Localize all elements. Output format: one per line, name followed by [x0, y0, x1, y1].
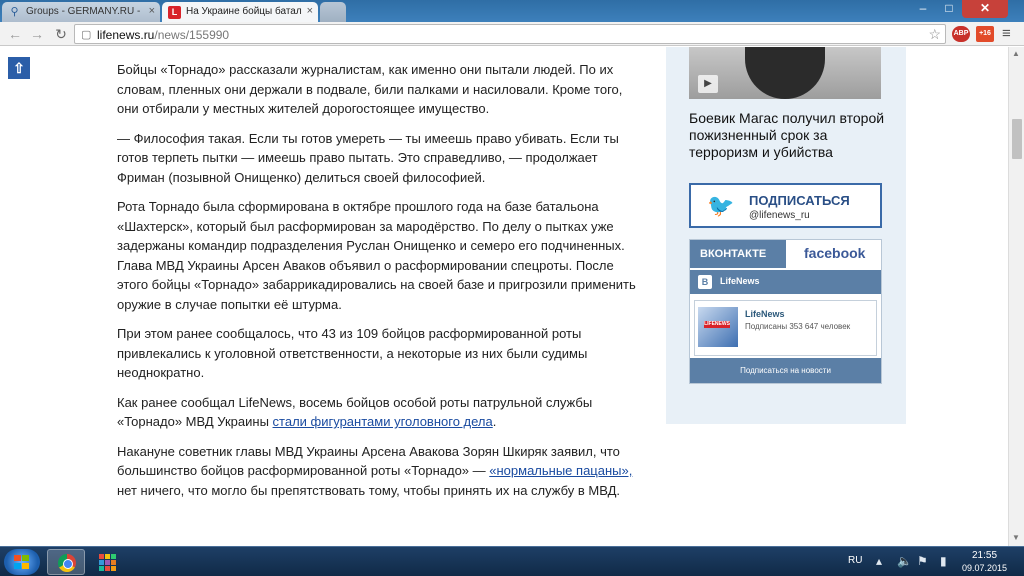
scrollbar-thumb[interactable]	[1012, 119, 1022, 159]
vertical-scrollbar[interactable]: ▲ ▼	[1008, 47, 1024, 546]
vk-logo-icon: B	[698, 275, 712, 289]
article-cut-line	[117, 47, 645, 49]
maximize-button[interactable]: □	[936, 0, 962, 18]
scroll-up-arrow-icon[interactable]: ▲	[1012, 49, 1020, 58]
reload-icon[interactable]: ↻	[52, 25, 70, 43]
tab-label: На Украине бойцы батал	[186, 6, 302, 17]
article-paragraph: — Философия такая. Если ты готов умереть…	[117, 130, 619, 185]
sidebar: ▶ Боевик Магас получил второй пожизненны…	[666, 47, 906, 424]
thumbnail-image	[745, 47, 825, 99]
page-icon: ▢	[81, 29, 92, 41]
tab-label: Groups - GERMANY.RU -	[26, 6, 141, 17]
avatar[interactable]: LIFENEWS	[698, 307, 738, 347]
tab-facebook[interactable]: facebook	[786, 240, 881, 268]
app-grid-icon	[99, 554, 116, 571]
vk-header-title[interactable]: LifeNews	[720, 276, 760, 286]
scroll-to-top-icon[interactable]: ⇧	[8, 57, 30, 79]
groups-icon: ⚲	[10, 6, 19, 18]
action-center-flag-icon[interactable]: ⚑	[917, 554, 928, 568]
tray-expand-icon[interactable]: ▴	[876, 554, 882, 568]
lifenews-favicon-icon: L	[168, 6, 181, 19]
twitter-handle: @lifenews_ru	[749, 210, 810, 221]
scroll-down-arrow-icon[interactable]: ▼	[1012, 533, 1020, 542]
taskbar-chrome[interactable]	[47, 549, 85, 575]
social-widget: ВКОНТАКТЕ facebook B LifeNews LIFENEWS L…	[689, 239, 882, 384]
twitter-bird-icon: 🐦	[707, 193, 735, 218]
article-paragraph: Как ранее сообщал LifeNews, восемь бойцо…	[117, 393, 645, 432]
forward-arrow-icon[interactable]: →	[28, 25, 46, 43]
tab-vkontakte[interactable]: ВКОНТАКТЕ	[690, 240, 786, 268]
tab-groups-germany[interactable]: ⚲ Groups - GERMANY.RU - ×	[2, 2, 160, 22]
address-bar[interactable]: ▢ lifenews.ru/news/155990 ☆	[74, 24, 946, 44]
url-host: lifenews.ru	[97, 28, 155, 42]
sidebar-headline[interactable]: Боевик Магас получил второй пожизненный …	[689, 110, 889, 161]
avatar-logo-text: LIFENEWS	[704, 321, 730, 328]
url-path: /news/155990	[154, 28, 230, 42]
taskbar: RU ▴ 🔈 ⚑ ▮ 21:55 09.07.2015	[0, 546, 1024, 576]
tab-strip: ⚲ Groups - GERMANY.RU - × L На Украине б…	[0, 0, 1024, 22]
volume-icon[interactable]: 🔈	[897, 554, 912, 568]
tab-lifenews[interactable]: L На Украине бойцы батал ×	[162, 2, 318, 22]
vk-widget-header: B LifeNews	[690, 270, 881, 294]
chrome-icon	[58, 554, 76, 572]
windows-logo-icon	[14, 555, 30, 569]
clock-date[interactable]: 09.07.2015	[962, 563, 1007, 573]
article-paragraph: Бойцы «Торнадо» рассказали журналистам, …	[117, 62, 623, 116]
article-paragraph: Рота Торнадо была сформирована в октябре…	[117, 199, 636, 312]
browser-toolbar: ← → ↻ ▢ lifenews.ru/news/155990 ☆ ABP +1…	[0, 22, 1024, 46]
clock-time[interactable]: 21:55	[972, 550, 997, 561]
window-close-button[interactable]: ✕	[962, 0, 1008, 18]
close-icon[interactable]: ×	[307, 5, 313, 17]
close-icon[interactable]: ×	[149, 5, 155, 17]
start-button[interactable]	[4, 549, 40, 575]
vk-group-card: LIFENEWS LifeNews Подписаны 353 647 чело…	[694, 300, 877, 356]
back-arrow-icon[interactable]: ←	[6, 25, 24, 43]
url-text[interactable]: lifenews.ru/news/155990	[97, 28, 229, 42]
plus-extension-icon[interactable]: +16	[976, 26, 994, 42]
twitter-subscribe-button[interactable]: 🐦 ПОДПИСАТЬСЯ @lifenews_ru	[689, 183, 882, 228]
paragraph-text: нет ничего, что могло бы препятствовать …	[117, 482, 621, 498]
article-paragraph: Накануне советник главы МВД Украины Арсе…	[117, 442, 645, 501]
article-body: Бойцы «Торнадо» рассказали журналистам, …	[117, 47, 645, 510]
page-viewport: ⇧ Бойцы «Торнадо» рассказали журналистам…	[0, 47, 1008, 546]
menu-icon[interactable]: ≡	[1002, 25, 1011, 42]
network-icon[interactable]: ▮	[940, 554, 947, 568]
article-paragraph: При этом ранее сообщалось, что 43 из 109…	[117, 326, 588, 380]
adblock-extension-icon[interactable]: ABP	[952, 26, 970, 42]
taskbar-app-grid[interactable]	[88, 549, 126, 575]
vk-group-name[interactable]: LifeNews	[745, 309, 785, 319]
normal-guys-link[interactable]: «нормальные пацаны»,	[489, 463, 632, 478]
video-thumbnail[interactable]: ▶	[689, 47, 881, 99]
paragraph-text: .	[492, 414, 497, 429]
language-indicator[interactable]: RU	[848, 555, 862, 566]
vk-subscriber-count: Подписаны 353 647 человек	[745, 322, 851, 331]
new-tab-button[interactable]	[320, 2, 346, 22]
twitter-subscribe-label: ПОДПИСАТЬСЯ	[749, 193, 850, 208]
bookmark-star-icon[interactable]: ☆	[928, 26, 941, 43]
vk-subscribe-button[interactable]: Подписаться на новости	[690, 358, 881, 383]
play-icon[interactable]: ▶	[698, 75, 718, 93]
social-tabs: ВКОНТАКТЕ facebook	[690, 240, 881, 268]
minimize-button[interactable]: –	[910, 0, 936, 18]
criminal-case-link[interactable]: стали фигурантами уголовного дела	[273, 414, 493, 429]
